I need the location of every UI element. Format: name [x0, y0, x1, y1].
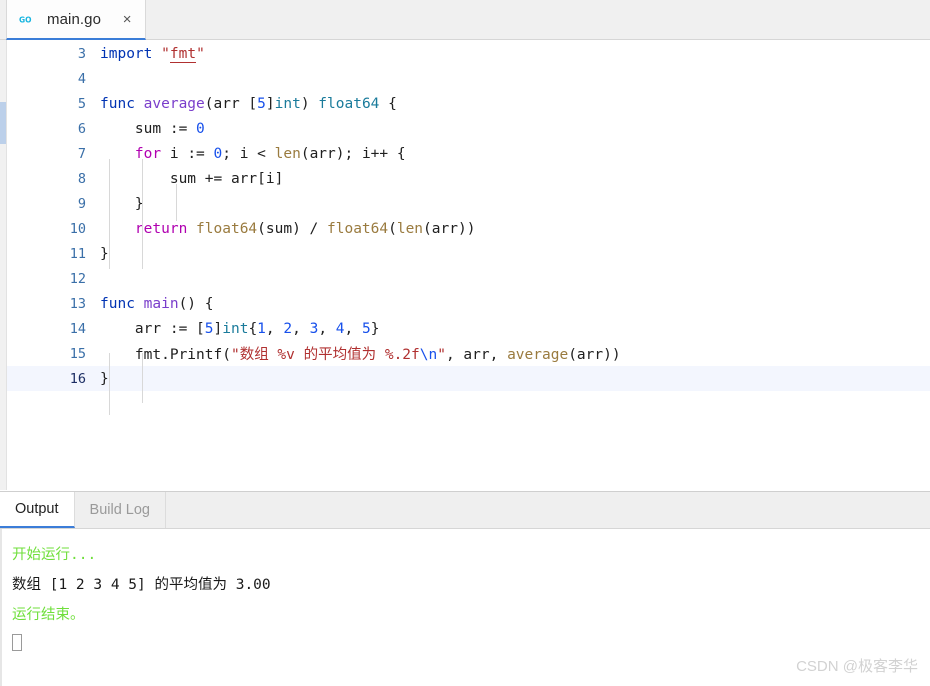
line-number: 3 — [77, 45, 86, 62]
code-body: 3 import "fmt" 4 5 func average(arr [5]i… — [7, 41, 930, 391]
code-text[interactable]: fmt.Printf("数组 %v 的平均值为 %.2f\n", arr, av… — [100, 341, 930, 366]
code-text[interactable]: sum := 0 — [100, 116, 930, 141]
output-line: 数组 [1 2 3 4 5] 的平均值为 3.00 — [12, 577, 271, 593]
code-text[interactable]: func main() { — [100, 291, 930, 316]
line-number: 8 — [77, 170, 86, 187]
ide-window: GO main.go × 3 import "fmt" 4 5 func ave… — [0, 0, 930, 686]
tab-build-log[interactable]: Build Log — [75, 492, 166, 528]
code-row[interactable]: 3 import "fmt" — [7, 41, 930, 66]
code-row[interactable]: 15 fmt.Printf("数组 %v 的平均值为 %.2f\n", arr,… — [7, 341, 930, 366]
code-text[interactable]: func average(arr [5]int) float64 { — [100, 91, 930, 116]
bottom-panel: Output Build Log 开始运行... 数组 [1 2 3 4 5] … — [0, 491, 930, 686]
code-row[interactable]: 16 } — [7, 366, 930, 391]
panel-tab-bar: Output Build Log — [0, 492, 930, 529]
code-text[interactable]: import "fmt" — [100, 41, 930, 66]
line-number: 7 — [77, 145, 86, 162]
editor-left-rail[interactable] — [0, 40, 7, 490]
code-text[interactable] — [100, 266, 930, 291]
code-text[interactable]: } — [100, 191, 930, 216]
close-icon[interactable]: × — [119, 11, 135, 27]
svg-text:GO: GO — [19, 15, 32, 24]
line-number: 11 — [69, 245, 86, 262]
editor-tab-bar: GO main.go × — [0, 0, 930, 40]
output-line: 运行结束。 — [12, 607, 85, 623]
code-row[interactable]: 11 } — [7, 241, 930, 266]
code-row[interactable]: 12 — [7, 266, 930, 291]
code-row[interactable]: 9 } — [7, 191, 930, 216]
code-text[interactable]: } — [100, 366, 930, 391]
tab-build-log-label: Build Log — [89, 502, 150, 518]
code-text[interactable]: for i := 0; i < len(arr); i++ { — [100, 141, 930, 166]
code-row[interactable]: 6 sum := 0 — [7, 116, 930, 141]
caret-box — [12, 634, 22, 651]
code-row[interactable]: 4 — [7, 66, 930, 91]
code-row[interactable]: 13 func main() { — [7, 291, 930, 316]
tab-output[interactable]: Output — [0, 492, 75, 528]
line-number: 14 — [69, 320, 86, 337]
line-number: 13 — [69, 295, 86, 312]
line-number: 16 — [69, 370, 86, 387]
code-text[interactable] — [100, 66, 930, 91]
line-number: 6 — [77, 120, 86, 137]
code-text[interactable]: } — [100, 241, 930, 266]
code-text[interactable]: arr := [5]int{1, 2, 3, 4, 5} — [100, 316, 930, 341]
code-row[interactable]: 7 for i := 0; i < len(arr); i++ { — [7, 141, 930, 166]
line-number: 15 — [69, 345, 86, 362]
code-row[interactable]: 14 arr := [5]int{1, 2, 3, 4, 5} — [7, 316, 930, 341]
console-edge — [0, 529, 2, 686]
code-row[interactable]: 8 sum += arr[i] — [7, 166, 930, 191]
output-console[interactable]: 开始运行... 数组 [1 2 3 4 5] 的平均值为 3.00 运行结束。 — [0, 529, 930, 686]
line-number: 4 — [77, 70, 86, 87]
output-line: 开始运行... — [12, 547, 97, 563]
line-number: 9 — [77, 195, 86, 212]
line-number: 5 — [77, 95, 86, 112]
tab-output-label: Output — [15, 501, 59, 517]
line-number: 12 — [69, 270, 86, 287]
code-row[interactable]: 5 func average(arr [5]int) float64 { — [7, 91, 930, 116]
tab-main-go[interactable]: GO main.go × — [6, 0, 147, 40]
go-file-icon: GO — [19, 12, 37, 26]
code-editor[interactable]: 3 import "fmt" 4 5 func average(arr [5]i… — [7, 41, 930, 490]
code-text[interactable]: return float64(sum) / float64(len(arr)) — [100, 216, 930, 241]
code-lines: 3 import "fmt" 4 5 func average(arr [5]i… — [7, 41, 930, 391]
code-row[interactable]: 10 return float64(sum) / float64(len(arr… — [7, 216, 930, 241]
csdn-watermark: CSDN @极客李华 — [796, 658, 918, 675]
tab-label: main.go — [47, 10, 102, 28]
scroll-thumb[interactable] — [0, 102, 6, 144]
line-number: 10 — [69, 220, 86, 237]
console-cursor — [12, 633, 930, 663]
code-text[interactable]: sum += arr[i] — [100, 166, 930, 191]
